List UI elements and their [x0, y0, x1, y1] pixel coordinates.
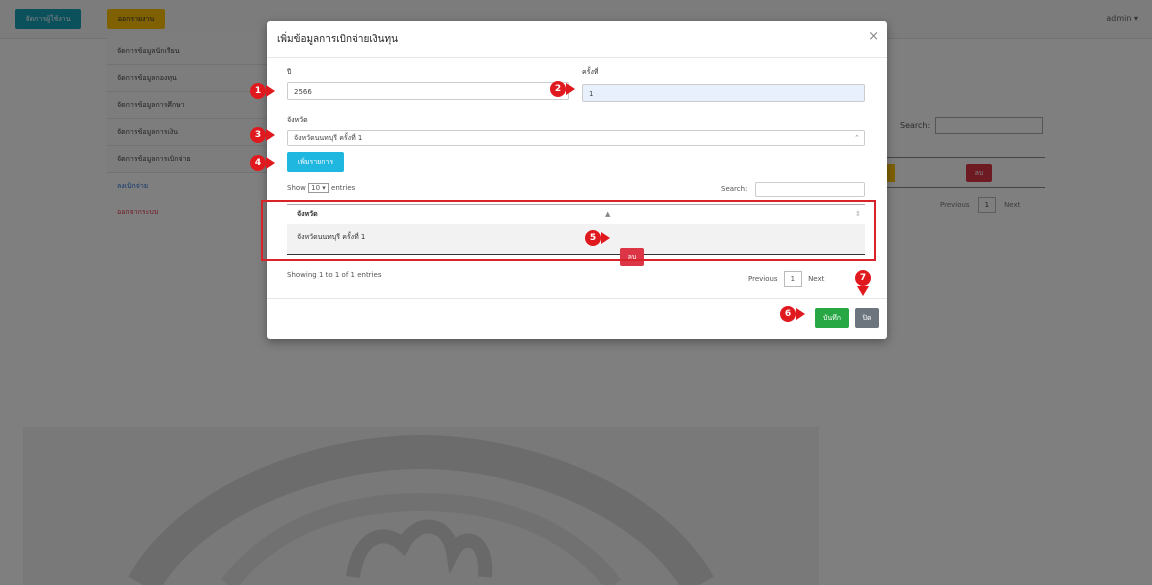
callout-marker-3: 3: [250, 127, 266, 143]
entries-select[interactable]: 10 ▾: [308, 183, 329, 193]
chevron-down-icon: ▾: [322, 184, 326, 192]
callout-arrow-icon: [601, 232, 610, 244]
callout-marker-4: 4: [250, 155, 266, 171]
save-button[interactable]: บันทึก: [815, 308, 849, 328]
entries-label: entries: [331, 184, 356, 192]
showing-info: Showing 1 to 1 of 1 entries: [287, 271, 382, 279]
modal-header: เพิ่มข้อมูลการเบิกจ่ายเงินทุน ×: [267, 21, 887, 58]
add-item-button[interactable]: เพิ่มรายการ: [287, 152, 344, 172]
callout-arrow-icon: [566, 83, 575, 95]
year-input[interactable]: 2566: [287, 82, 569, 100]
modal-search-input[interactable]: [755, 182, 865, 197]
callout-marker-1: 1: [250, 83, 266, 99]
close-icon[interactable]: ×: [868, 29, 879, 44]
modal-footer-divider: [267, 298, 887, 299]
add-disbursement-modal: เพิ่มข้อมูลการเบิกจ่ายเงินทุน × ปี 2566 …: [267, 21, 887, 339]
province-label: จังหวัด: [287, 116, 308, 124]
callout-marker-7: 7: [855, 270, 871, 286]
callout-marker-5: 5: [585, 230, 601, 246]
close-button[interactable]: ปิด: [855, 308, 879, 328]
pagination: Previous 1 Next: [748, 271, 824, 287]
next-button[interactable]: Next: [808, 275, 824, 283]
prev-button[interactable]: Previous: [748, 275, 778, 283]
chevron-down-icon: ⌃: [854, 134, 860, 142]
round-label: ครั้งที่: [582, 68, 599, 76]
entries-select-value: 10: [311, 184, 321, 192]
show-label: Show: [287, 184, 306, 192]
callout-marker-2: 2: [550, 81, 566, 97]
table-highlight-box: [261, 200, 876, 261]
province-select-value: จังหวัดนนทบุรี ครั้งที่ 1: [294, 134, 363, 142]
callout-arrow-icon: [266, 129, 275, 141]
province-select[interactable]: จังหวัดนนทบุรี ครั้งที่ 1 ⌃: [287, 130, 865, 146]
modal-search-label: Search:: [721, 185, 748, 193]
callout-arrow-icon: [857, 286, 869, 296]
year-label: ปี: [287, 68, 292, 76]
callout-marker-6: 6: [780, 306, 796, 322]
callout-arrow-icon: [266, 157, 275, 169]
entries-length-control: Show 10 ▾ entries: [287, 183, 355, 193]
callout-arrow-icon: [796, 308, 805, 320]
callout-arrow-icon: [266, 85, 275, 97]
modal-title: เพิ่มข้อมูลการเบิกจ่ายเงินทุน: [277, 34, 398, 45]
page-button[interactable]: 1: [783, 271, 802, 287]
round-input[interactable]: 1: [582, 84, 865, 102]
